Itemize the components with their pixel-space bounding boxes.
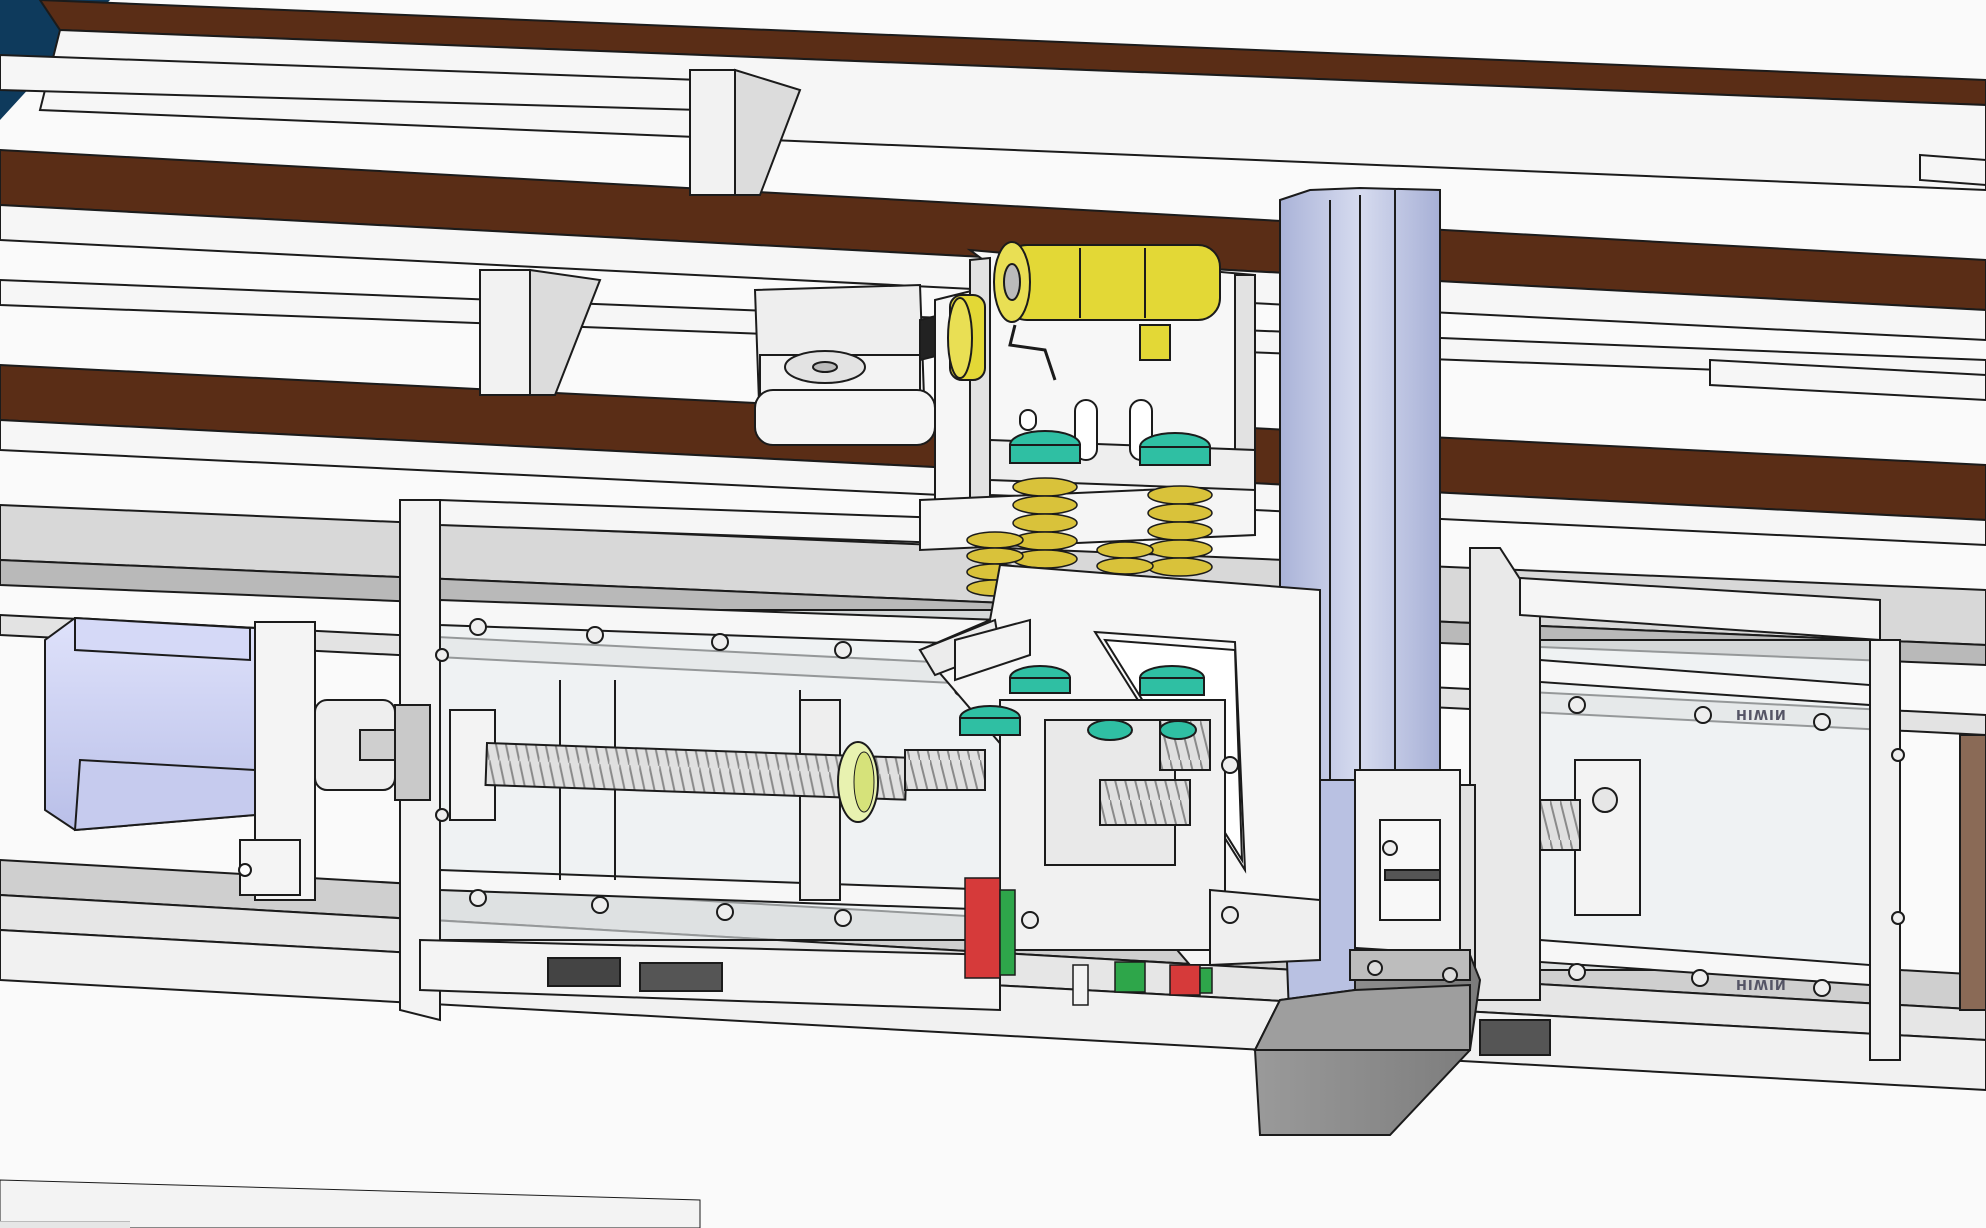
lead-screw-support <box>904 749 986 791</box>
cad-viewport[interactable]: HIWIN HIWIN <box>0 0 1986 1228</box>
stepper-motor-left[interactable] <box>44 616 431 901</box>
cad-model-render[interactable] <box>0 0 1986 1228</box>
rail-engraving-lower: HIWIN <box>1736 976 1787 991</box>
rail-engraving-upper: HIWIN <box>1736 706 1787 721</box>
status-strip <box>0 1221 130 1228</box>
